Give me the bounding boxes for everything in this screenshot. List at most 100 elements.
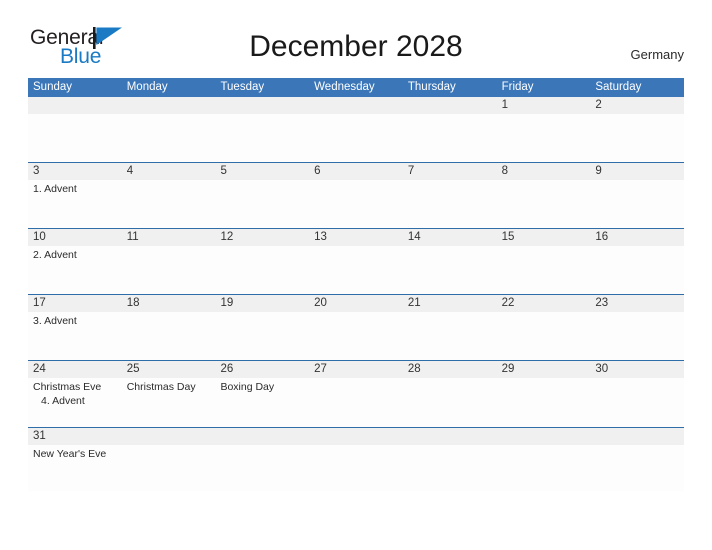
week-event-band: 3. Advent [28,312,684,360]
day-number-10[interactable]: 10 [28,229,122,246]
day-cell-4[interactable] [122,180,216,228]
day-number-4[interactable]: 4 [122,163,216,180]
weekday-header-saturday: Saturday [595,81,642,93]
day-cell-30[interactable] [590,378,684,427]
day-number-24[interactable]: 24 [28,361,122,378]
day-cell-25[interactable]: Christmas Day [122,378,216,427]
page-header: General Blue December 2028 Germany [0,0,712,68]
day-cell-22[interactable] [497,312,591,360]
day-number-20[interactable]: 20 [309,295,403,312]
day-number-22[interactable]: 22 [497,295,591,312]
day-cell-5[interactable] [215,180,309,228]
event-label: Christmas Day [126,381,196,393]
day-cell-31[interactable]: New Year's Eve [28,445,122,491]
week-date-band: 17 18 19 20 21 22 23 [28,295,684,312]
day-number-2[interactable]: 2 [590,97,684,114]
day-number-empty [28,97,122,114]
week-event-band: 1. Advent [28,180,684,228]
day-cell-9[interactable] [590,180,684,228]
day-number-7[interactable]: 7 [403,163,497,180]
day-number-25[interactable]: 25 [122,361,216,378]
day-cell-2[interactable] [590,114,684,162]
day-number-12[interactable]: 12 [215,229,309,246]
day-number-6[interactable]: 6 [309,163,403,180]
day-number-14[interactable]: 14 [403,229,497,246]
week-date-band: 24 25 26 27 28 29 30 [28,361,684,378]
weekday-header-friday: Friday [501,81,534,93]
day-number-9[interactable]: 9 [590,163,684,180]
day-cell-14[interactable] [403,246,497,294]
day-number-8[interactable]: 8 [497,163,591,180]
day-cell-15[interactable] [497,246,591,294]
day-cell-12[interactable] [215,246,309,294]
week-date-band: 3456789 [28,163,684,180]
day-cell-empty [497,445,591,491]
page-title: December 2028 [249,30,463,63]
weekday-header-thursday: Thursday [407,81,456,93]
day-number-3[interactable]: 3 [28,163,122,180]
week-event-band: 2. Advent [28,246,684,294]
day-number-empty [122,97,216,114]
day-number-16[interactable]: 16 [590,229,684,246]
day-cell-28[interactable] [403,378,497,427]
day-number-15[interactable]: 15 [497,229,591,246]
day-cell-empty [309,114,403,162]
day-cell-29[interactable] [497,378,591,427]
day-number-28[interactable]: 28 [403,361,497,378]
day-cell-26[interactable]: Boxing Day [215,378,309,427]
day-number-1[interactable]: 1 [497,97,591,114]
day-cell-empty [215,114,309,162]
day-cell-7[interactable] [403,180,497,228]
day-cell-11[interactable] [122,246,216,294]
calendar-week-row: 17 18 19 20 21 22 23 3. Advent [28,294,684,360]
day-cell-13[interactable] [309,246,403,294]
calendar-week-row: 10 11 12 13 14 15 16 2. Advent [28,228,684,294]
day-cell-21[interactable] [403,312,497,360]
day-cell-17[interactable]: 3. Advent [28,312,122,360]
event-label: New Year's Eve [33,448,107,460]
weekday-header-row: Sunday Monday Tuesday Wednesday Thursday Frid… [28,78,684,97]
day-cell-19[interactable] [215,312,309,360]
day-number-30[interactable]: 30 [590,361,684,378]
calendar-week-row: 12 [28,97,684,162]
day-number-empty [497,428,591,445]
weekday-header-monday: Monday [126,81,168,93]
day-cell-empty [122,445,216,491]
day-cell-6[interactable] [309,180,403,228]
day-cell-empty [215,445,309,491]
day-cell-24[interactable]: Christmas Eve 4. Advent [28,378,122,427]
day-number-19[interactable]: 19 [215,295,309,312]
day-cell-20[interactable] [309,312,403,360]
day-number-27[interactable]: 27 [309,361,403,378]
day-number-31[interactable]: 31 [28,428,122,445]
day-cell-18[interactable] [122,312,216,360]
week-event-band: Christmas Eve 4. Advent Christmas Day Boxin… [28,378,684,427]
day-number-11[interactable]: 11 [122,229,216,246]
day-number-21[interactable]: 21 [403,295,497,312]
day-number-17[interactable]: 17 [28,295,122,312]
weekday-header-sunday: Sunday [33,81,73,93]
day-cell-3[interactable]: 1. Advent [28,180,122,228]
day-number-empty [215,428,309,445]
day-number-empty [122,428,216,445]
day-number-5[interactable]: 5 [215,163,309,180]
week-event-band [28,114,684,162]
day-cell-8[interactable] [497,180,591,228]
day-cell-16[interactable] [590,246,684,294]
day-cell-10[interactable]: 2. Advent [28,246,122,294]
day-cell-23[interactable] [590,312,684,360]
day-number-18[interactable]: 18 [122,295,216,312]
event-label: 1. Advent [33,183,77,195]
day-number-empty [590,428,684,445]
day-number-13[interactable]: 13 [309,229,403,246]
day-cell-empty [309,445,403,491]
day-number-empty [309,97,403,114]
day-cell-27[interactable] [309,378,403,427]
week-date-band: 10 11 12 13 14 15 16 [28,229,684,246]
week-date-band: 31 [28,428,684,445]
day-number-29[interactable]: 29 [497,361,591,378]
day-number-23[interactable]: 23 [590,295,684,312]
event-label: 3. Advent [33,315,77,327]
day-number-26[interactable]: 26 [215,361,309,378]
day-cell-1[interactable] [497,114,591,162]
